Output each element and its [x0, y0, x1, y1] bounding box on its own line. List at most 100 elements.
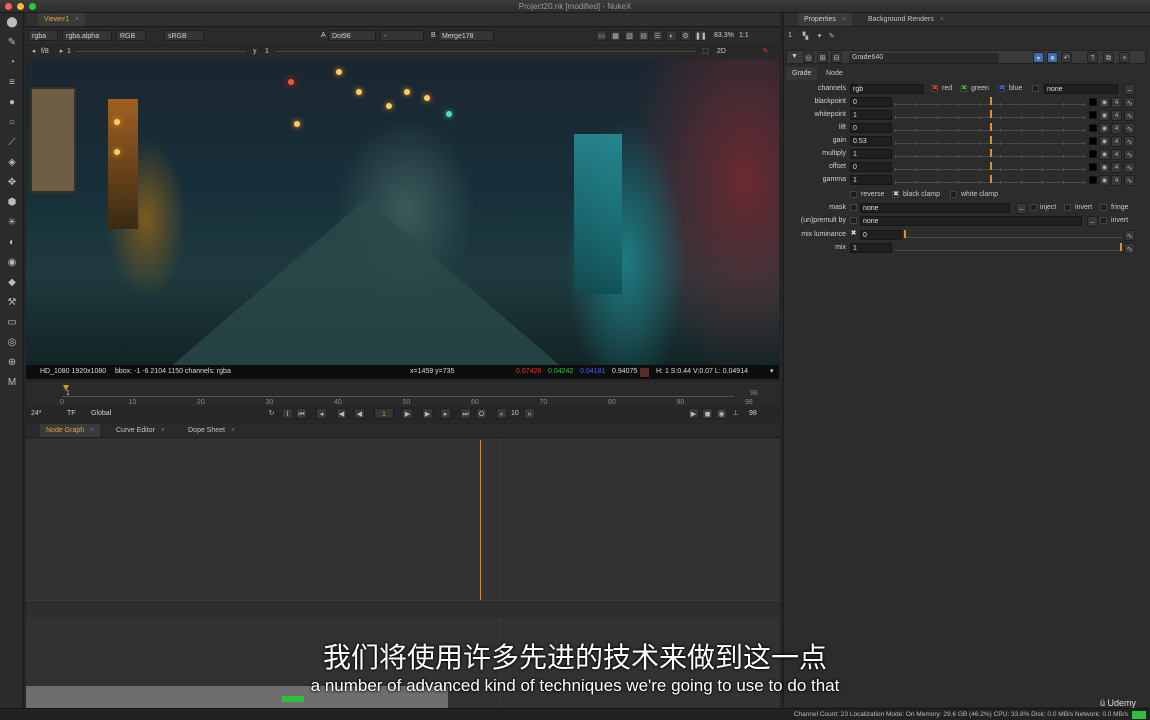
merge-icon[interactable]: ◈: [5, 157, 19, 169]
first-frame-icon[interactable]: ⏮: [296, 408, 307, 419]
center-icon[interactable]: ◎: [803, 52, 814, 63]
mask-dropdown[interactable]: none: [860, 203, 1010, 213]
white-clamp-checkbox[interactable]: [950, 191, 957, 198]
knob-field[interactable]: 0: [850, 123, 892, 133]
viewer-icon[interactable]: ⊞: [817, 52, 828, 63]
end-frame[interactable]: 98: [750, 390, 758, 397]
color-swatch[interactable]: [1089, 111, 1097, 119]
curve-icon[interactable]: ∿: [1124, 243, 1135, 254]
tab-dope-sheet[interactable]: Dope Sheet ×: [182, 424, 241, 437]
knob-slider[interactable]: [895, 162, 1085, 171]
viewer-image[interactable]: [26, 59, 779, 365]
red-checkbox[interactable]: ✖: [931, 85, 938, 92]
extra-channel-dropdown[interactable]: none: [1044, 84, 1118, 94]
fringe-checkbox[interactable]: [1100, 204, 1107, 211]
curve-icon[interactable]: ∿: [1124, 230, 1135, 241]
frame-step[interactable]: 10: [508, 408, 522, 419]
pencil-icon[interactable]: ✎: [826, 31, 837, 42]
color-wheel-icon[interactable]: ◉: [1099, 149, 1110, 160]
channels-menu-icon[interactable]: –: [1124, 84, 1135, 95]
tab-node[interactable]: Node: [820, 67, 849, 80]
timeline-track[interactable]: [62, 396, 734, 397]
tf-dropdown[interactable]: TF: [64, 408, 82, 419]
in-point-icon[interactable]: I: [282, 408, 293, 419]
knob-slider[interactable]: [895, 149, 1085, 158]
channels-dropdown[interactable]: rgb: [850, 84, 924, 94]
curve-icon[interactable]: ∿: [1124, 136, 1135, 147]
other-icon[interactable]: ▭: [5, 317, 19, 329]
curve-icon[interactable]: ∿: [1124, 162, 1135, 173]
mix-luminance-slider[interactable]: [904, 230, 1122, 238]
fps-dropdown[interactable]: 24*: [28, 408, 46, 419]
color-swatch[interactable]: [1089, 137, 1097, 145]
color-icon[interactable]: ●: [5, 97, 19, 109]
knob-slider[interactable]: [895, 136, 1085, 145]
mix-luminance-field[interactable]: 0: [860, 230, 902, 240]
preset-icon[interactable]: ■: [1047, 52, 1058, 63]
mix-slider[interactable]: [895, 243, 1122, 251]
curve-icon[interactable]: ∿: [1124, 149, 1135, 160]
out-point-icon[interactable]: O: [476, 408, 487, 419]
step-forward-icon[interactable]: ▶: [422, 408, 433, 419]
channel-count-badge[interactable]: 4: [1111, 110, 1122, 121]
current-frame[interactable]: 1: [374, 408, 394, 419]
color-swatch[interactable]: [1089, 176, 1097, 184]
gain-value[interactable]: 1: [64, 46, 74, 57]
toolsets-icon[interactable]: ⚒: [5, 297, 19, 309]
color-swatch[interactable]: [1089, 124, 1097, 132]
tab-curve-editor[interactable]: Curve Editor ×: [110, 424, 171, 437]
unpremult-checkbox[interactable]: [850, 217, 857, 224]
view-mode[interactable]: 2D: [714, 46, 734, 57]
modeler-icon[interactable]: M: [5, 377, 19, 389]
close-icon[interactable]: ×: [231, 427, 235, 434]
guides-icon[interactable]: ☰: [652, 30, 663, 41]
last-frame-icon[interactable]: ⏭: [460, 408, 471, 419]
unpremult-invert-checkbox[interactable]: [1100, 217, 1107, 224]
node-tile[interactable]: [282, 696, 304, 702]
curve-icon[interactable]: ∿: [1124, 97, 1135, 108]
max-panels-field[interactable]: 1: [788, 32, 792, 39]
ocula-icon[interactable]: ⊕: [5, 357, 19, 369]
operation-dropdown[interactable]: -: [380, 30, 424, 41]
roi-select-icon[interactable]: ⬚: [700, 46, 711, 57]
skip-back-icon[interactable]: «: [496, 408, 507, 419]
overlay-icon[interactable]: ▤: [638, 30, 649, 41]
pixel-ratio[interactable]: 1:1: [736, 30, 758, 41]
filter-icon[interactable]: ○: [5, 117, 19, 129]
curve-icon[interactable]: ∿: [1124, 175, 1135, 186]
channel-count-badge[interactable]: 4: [1111, 97, 1122, 108]
menu-arrow-icon[interactable]: ▾: [770, 365, 774, 379]
furnace-icon[interactable]: ◎: [5, 337, 19, 349]
tab-properties[interactable]: Properties ×: [798, 13, 852, 26]
unpremult-dropdown[interactable]: none: [860, 216, 1082, 226]
curve-icon[interactable]: ∿: [1124, 110, 1135, 121]
knob-slider[interactable]: [895, 110, 1085, 119]
gain-slider[interactable]: [76, 51, 246, 52]
float-icon[interactable]: ⧉: [1103, 52, 1114, 63]
knob-field[interactable]: 1: [850, 149, 892, 159]
tab-viewer1[interactable]: Viewer1 ×: [38, 13, 86, 26]
collapse-icon[interactable]: ▼: [791, 53, 798, 60]
skip-forward-icon[interactable]: »: [524, 408, 535, 419]
knob-field[interactable]: 1: [850, 175, 892, 185]
channel-count-badge[interactable]: 4: [1111, 123, 1122, 134]
channel-count-badge[interactable]: 4: [1111, 162, 1122, 173]
node-name-field[interactable]: Grade640: [849, 53, 999, 63]
revert-icon[interactable]: ↶: [1061, 52, 1072, 63]
reverse-checkbox[interactable]: [850, 191, 857, 198]
pointer-icon[interactable]: ⬤: [5, 17, 19, 29]
zebra-icon[interactable]: ▧: [624, 30, 635, 41]
close-icon[interactable]: ×: [940, 16, 944, 23]
blue-checkbox[interactable]: ✖: [998, 85, 1005, 92]
knob-field[interactable]: 0: [850, 97, 892, 107]
input-icon[interactable]: ⊟: [831, 52, 842, 63]
update-icon[interactable]: ⚙: [680, 30, 691, 41]
mask-checkbox[interactable]: [850, 204, 857, 211]
deep-icon[interactable]: ◐: [5, 237, 19, 249]
help-icon[interactable]: ?: [1087, 52, 1098, 63]
backdrop-node[interactable]: [26, 600, 780, 618]
transform-icon[interactable]: ✥: [5, 177, 19, 189]
color-icon[interactable]: ●: [1033, 52, 1044, 63]
next-key-icon[interactable]: ▸: [440, 408, 451, 419]
clip-warn-icon[interactable]: ▦: [610, 30, 621, 41]
